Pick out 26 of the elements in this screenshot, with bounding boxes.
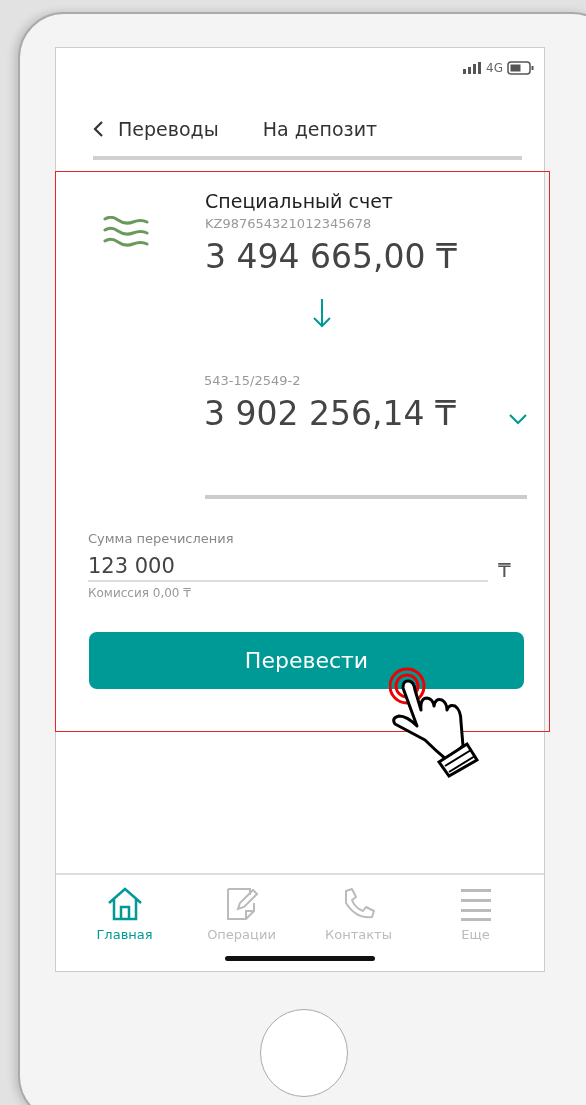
amount-input[interactable]: 123 000 bbox=[88, 554, 488, 582]
nav-tab[interactable]: Операции bbox=[191, 887, 292, 942]
currency-sign: ₸ bbox=[498, 558, 511, 582]
account-number: KZ987654321012345678 bbox=[205, 216, 373, 231]
waves-icon bbox=[103, 216, 149, 248]
commission-text: Комиссия 0,00 ₸ bbox=[88, 586, 192, 600]
chevron-down-icon[interactable] bbox=[507, 413, 528, 425]
signal-icon bbox=[463, 62, 483, 74]
document-pencil-icon bbox=[225, 887, 258, 921]
nav-tab[interactable]: Еще bbox=[425, 887, 526, 942]
battery-icon bbox=[507, 61, 534, 75]
arrow-down-icon bbox=[312, 298, 332, 328]
menu-icon bbox=[460, 887, 491, 921]
network-label: 4G bbox=[486, 61, 503, 75]
deposit-number: 543-15/2549-2 bbox=[204, 373, 302, 388]
screen-title: На депозит bbox=[262, 118, 378, 140]
deposit-balance: 3 902 256,14 ₸ bbox=[204, 394, 456, 433]
back-button[interactable]: Переводы bbox=[92, 118, 219, 140]
account-balance: 3 494 665,00 ₸ bbox=[205, 237, 457, 276]
field-label: Сумма перечисления bbox=[88, 531, 235, 546]
house-icon bbox=[106, 887, 143, 921]
nav-tab[interactable]: Контакты bbox=[308, 887, 409, 942]
nav-tab[interactable]: Главная bbox=[74, 887, 175, 942]
transfer-button[interactable]: Перевести bbox=[89, 632, 524, 689]
back-chevron-icon bbox=[92, 120, 104, 138]
account-name: Специальный счет bbox=[205, 190, 394, 212]
